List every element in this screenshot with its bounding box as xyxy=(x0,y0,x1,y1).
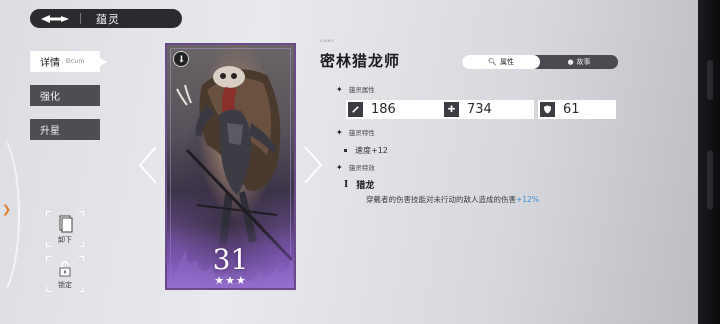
special-name-text: 猎龙 xyxy=(356,181,375,191)
sword-icon xyxy=(173,51,189,67)
chevron-left-icon xyxy=(138,146,157,184)
special-bonus: +12% xyxy=(516,195,539,204)
tab-star-up[interactable]: 升星 xyxy=(30,119,100,140)
stat-value: 734 xyxy=(467,102,492,117)
tab-label: 升星 xyxy=(40,126,60,137)
card-level: 31 xyxy=(212,243,249,276)
back-arrow-icon xyxy=(41,14,69,23)
section-label: 蕴灵属性 xyxy=(348,86,375,94)
tab-enhance[interactable]: 强化 xyxy=(30,85,100,106)
bezel-notch xyxy=(707,60,713,100)
top-bar: 蕴灵 xyxy=(30,9,182,28)
chevron-right-icon xyxy=(304,146,323,184)
lock-button[interactable]: 锁定 xyxy=(46,256,84,292)
special-effect-name: I 猎龙 xyxy=(344,178,375,192)
toggle-label: 故事 xyxy=(576,58,591,66)
section-attributes-title: ✦ 蕴灵属性 xyxy=(336,84,375,95)
section-traits-title: ✦ 蕴灵特性 xyxy=(336,127,375,138)
trait-item: 速度+12 xyxy=(344,145,388,156)
section-label: 蕴灵特效 xyxy=(348,164,375,172)
device-bezel xyxy=(698,0,720,324)
special-desc-text: 穿戴者的伤害技能对未行动的敌人造成的伤害 xyxy=(366,195,516,204)
toggle-story[interactable]: ● 故事 xyxy=(540,55,618,69)
tab-label: 强化 xyxy=(40,92,60,103)
trait-text: 速度+12 xyxy=(355,146,388,155)
back-button[interactable] xyxy=(30,9,80,28)
plus-icon: ✚ xyxy=(444,102,459,117)
stat-value: 61 xyxy=(563,102,580,117)
section-special-title: ✦ 蕴灵特效 xyxy=(336,162,375,173)
page-title: 蕴灵 xyxy=(96,12,120,26)
sparkle-icon: ✦ xyxy=(336,84,343,94)
tab-label: 详情 xyxy=(40,58,60,69)
bezel-notch xyxy=(707,150,713,210)
special-effect-desc: 穿戴者的伤害技能对未行动的敌人造成的伤害+12% xyxy=(366,194,539,205)
expand-side-icon[interactable]: ❯ xyxy=(2,203,11,216)
character-name: 密林猎龙师 xyxy=(320,52,401,70)
character-card[interactable]: 31 ★★★ xyxy=(165,43,296,290)
special-numeral: I xyxy=(344,179,349,190)
stat-value: 186 xyxy=(371,102,396,117)
tab-sublabel: Ðcum xyxy=(66,58,85,65)
stat-defense: 61 xyxy=(538,100,616,119)
tab-details[interactable]: 详情 Ðcum xyxy=(30,51,107,72)
sparkle-icon: ✦ xyxy=(336,127,343,137)
card-stars: ★★★ xyxy=(214,274,247,287)
shield-icon xyxy=(540,102,555,117)
sword-icon xyxy=(348,102,363,117)
unequip-button[interactable]: 卸下 xyxy=(46,211,84,247)
search-icon: 🔍︎ xyxy=(488,58,497,66)
sparkle-icon: ✦ xyxy=(336,162,343,172)
bullet-icon xyxy=(344,149,347,152)
stat-health: ✚ 734 xyxy=(442,100,534,119)
toggle-attributes[interactable]: 🔍︎ 属性 xyxy=(462,55,540,69)
section-label: 蕴灵特性 xyxy=(348,129,375,137)
view-toggle: 🔍︎ 属性 ● 故事 xyxy=(462,55,618,69)
next-card-button[interactable] xyxy=(302,145,324,185)
person-icon: ● xyxy=(567,58,574,66)
divider xyxy=(80,13,81,24)
toggle-label: 属性 xyxy=(499,58,514,66)
prev-card-button[interactable] xyxy=(137,145,159,185)
character-name-small: ᴳᴬᴺᴱ xyxy=(320,39,335,46)
